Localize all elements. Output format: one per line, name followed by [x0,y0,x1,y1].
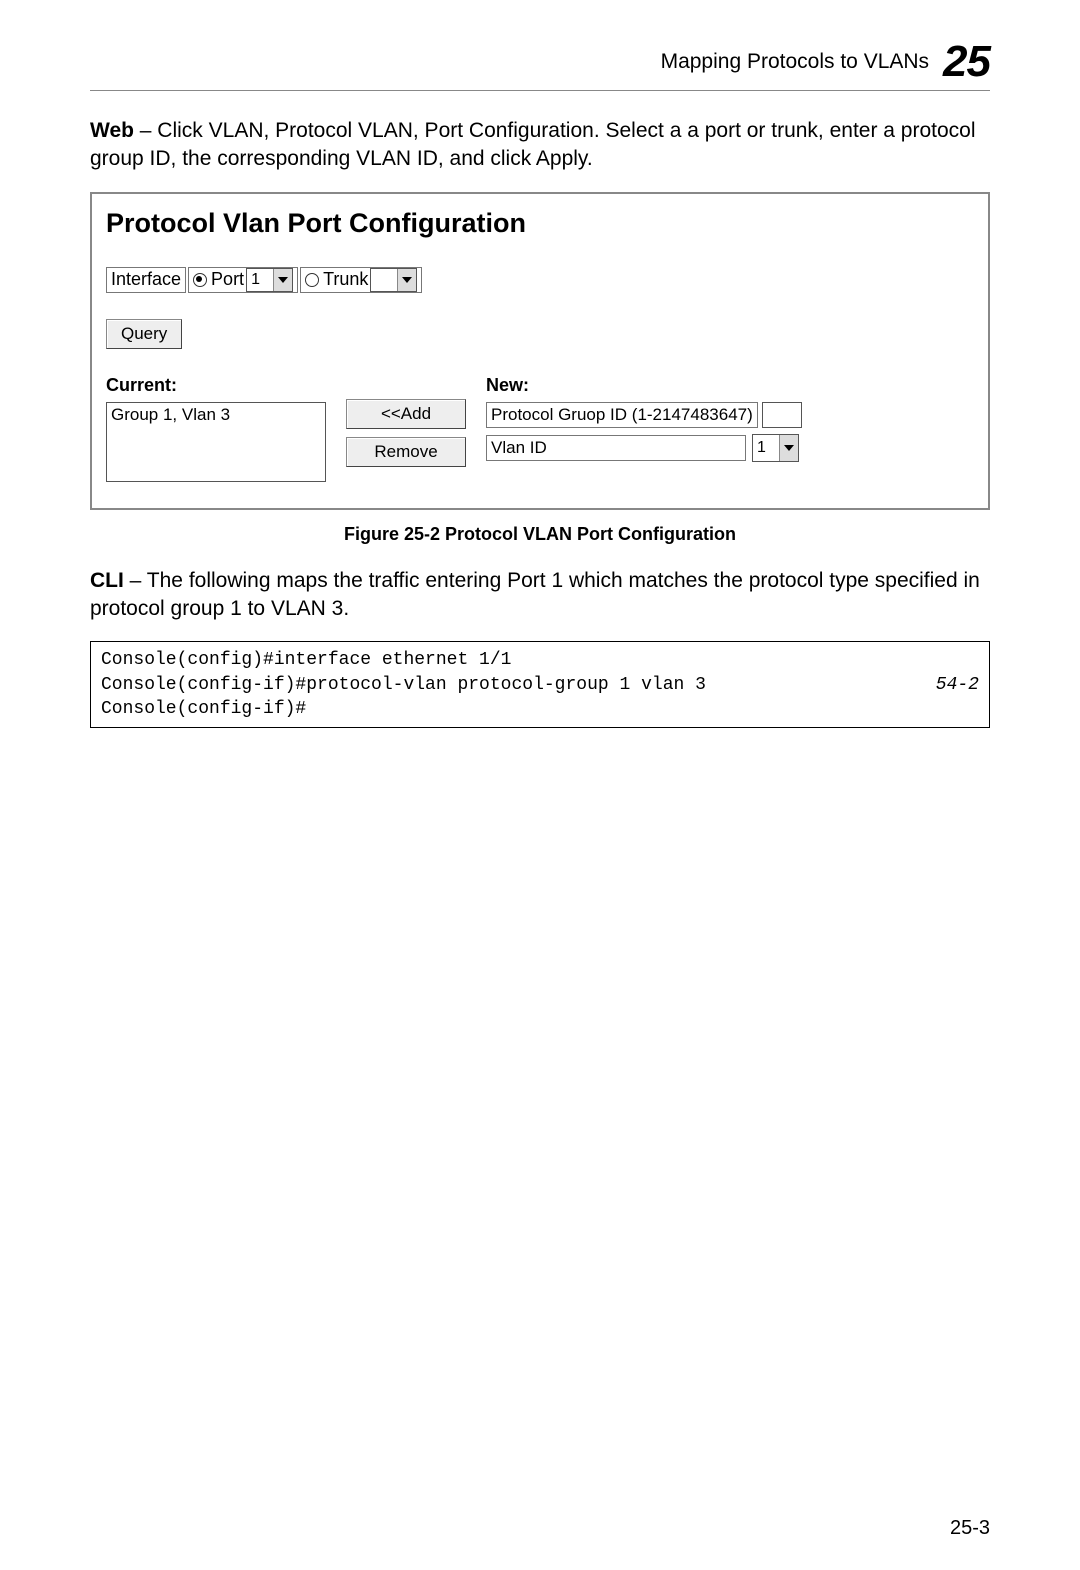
web-label: Web [90,119,134,142]
interface-row: Interface Port 1 Trunk [106,267,974,293]
cli-line: Console(config)#interface ethernet 1/1 [101,650,511,670]
cli-label: CLI [90,569,124,592]
current-listbox[interactable]: Group 1, Vlan 3 [106,402,326,482]
vlan-id-select-value: 1 [753,435,779,461]
cli-line: Console(config-if)# [101,699,306,719]
dropdown-icon [273,269,292,291]
trunk-select-value [371,269,397,291]
chapter-number: 25 [943,40,990,84]
cli-text: – The following maps the traffic enterin… [90,569,980,620]
query-button[interactable]: Query [106,319,182,349]
cli-code-block: Console(config)#interface ethernet 1/1 C… [90,641,990,728]
port-radio-label: Port [211,269,244,290]
add-button[interactable]: <<Add [346,399,466,429]
web-paragraph: Web – Click VLAN, Protocol VLAN, Port Co… [90,117,990,174]
page-number: 25-3 [950,1517,990,1540]
list-item[interactable]: Group 1, Vlan 3 [111,405,321,425]
web-text: – Click VLAN, Protocol VLAN, Port Config… [90,119,976,170]
interface-label: Interface [106,267,186,293]
trunk-radio-label: Trunk [323,269,368,290]
port-radio-cell: Port 1 [188,267,298,293]
gui-heading: Protocol Vlan Port Configuration [106,208,974,239]
cli-paragraph: CLI – The following maps the traffic ent… [90,567,990,624]
dropdown-icon [779,435,798,461]
gui-config-panel: Protocol Vlan Port Configuration Interfa… [90,192,990,510]
port-select-value: 1 [247,269,273,291]
port-radio[interactable] [193,273,207,287]
port-select[interactable]: 1 [246,268,293,292]
protocol-group-id-input[interactable] [762,402,802,428]
new-heading: New: [486,375,974,396]
trunk-select[interactable] [370,268,417,292]
cli-page-ref: 54-2 [936,673,979,697]
cli-line: Console(config-if)#protocol-vlan protoco… [101,675,706,695]
current-heading: Current: [106,375,326,396]
trunk-radio[interactable] [305,273,319,287]
remove-button[interactable]: Remove [346,437,466,467]
trunk-radio-cell: Trunk [300,267,422,293]
dropdown-icon [397,269,416,291]
section-title: Mapping Protocols to VLANs [661,50,929,74]
vlan-id-label: Vlan ID [486,435,746,461]
vlan-id-select[interactable]: 1 [752,434,799,462]
protocol-group-id-label: Protocol Gruop ID (1-2147483647) [486,402,758,428]
page-header: Mapping Protocols to VLANs 25 [90,40,990,91]
figure-caption: Figure 25-2 Protocol VLAN Port Configura… [90,524,990,545]
